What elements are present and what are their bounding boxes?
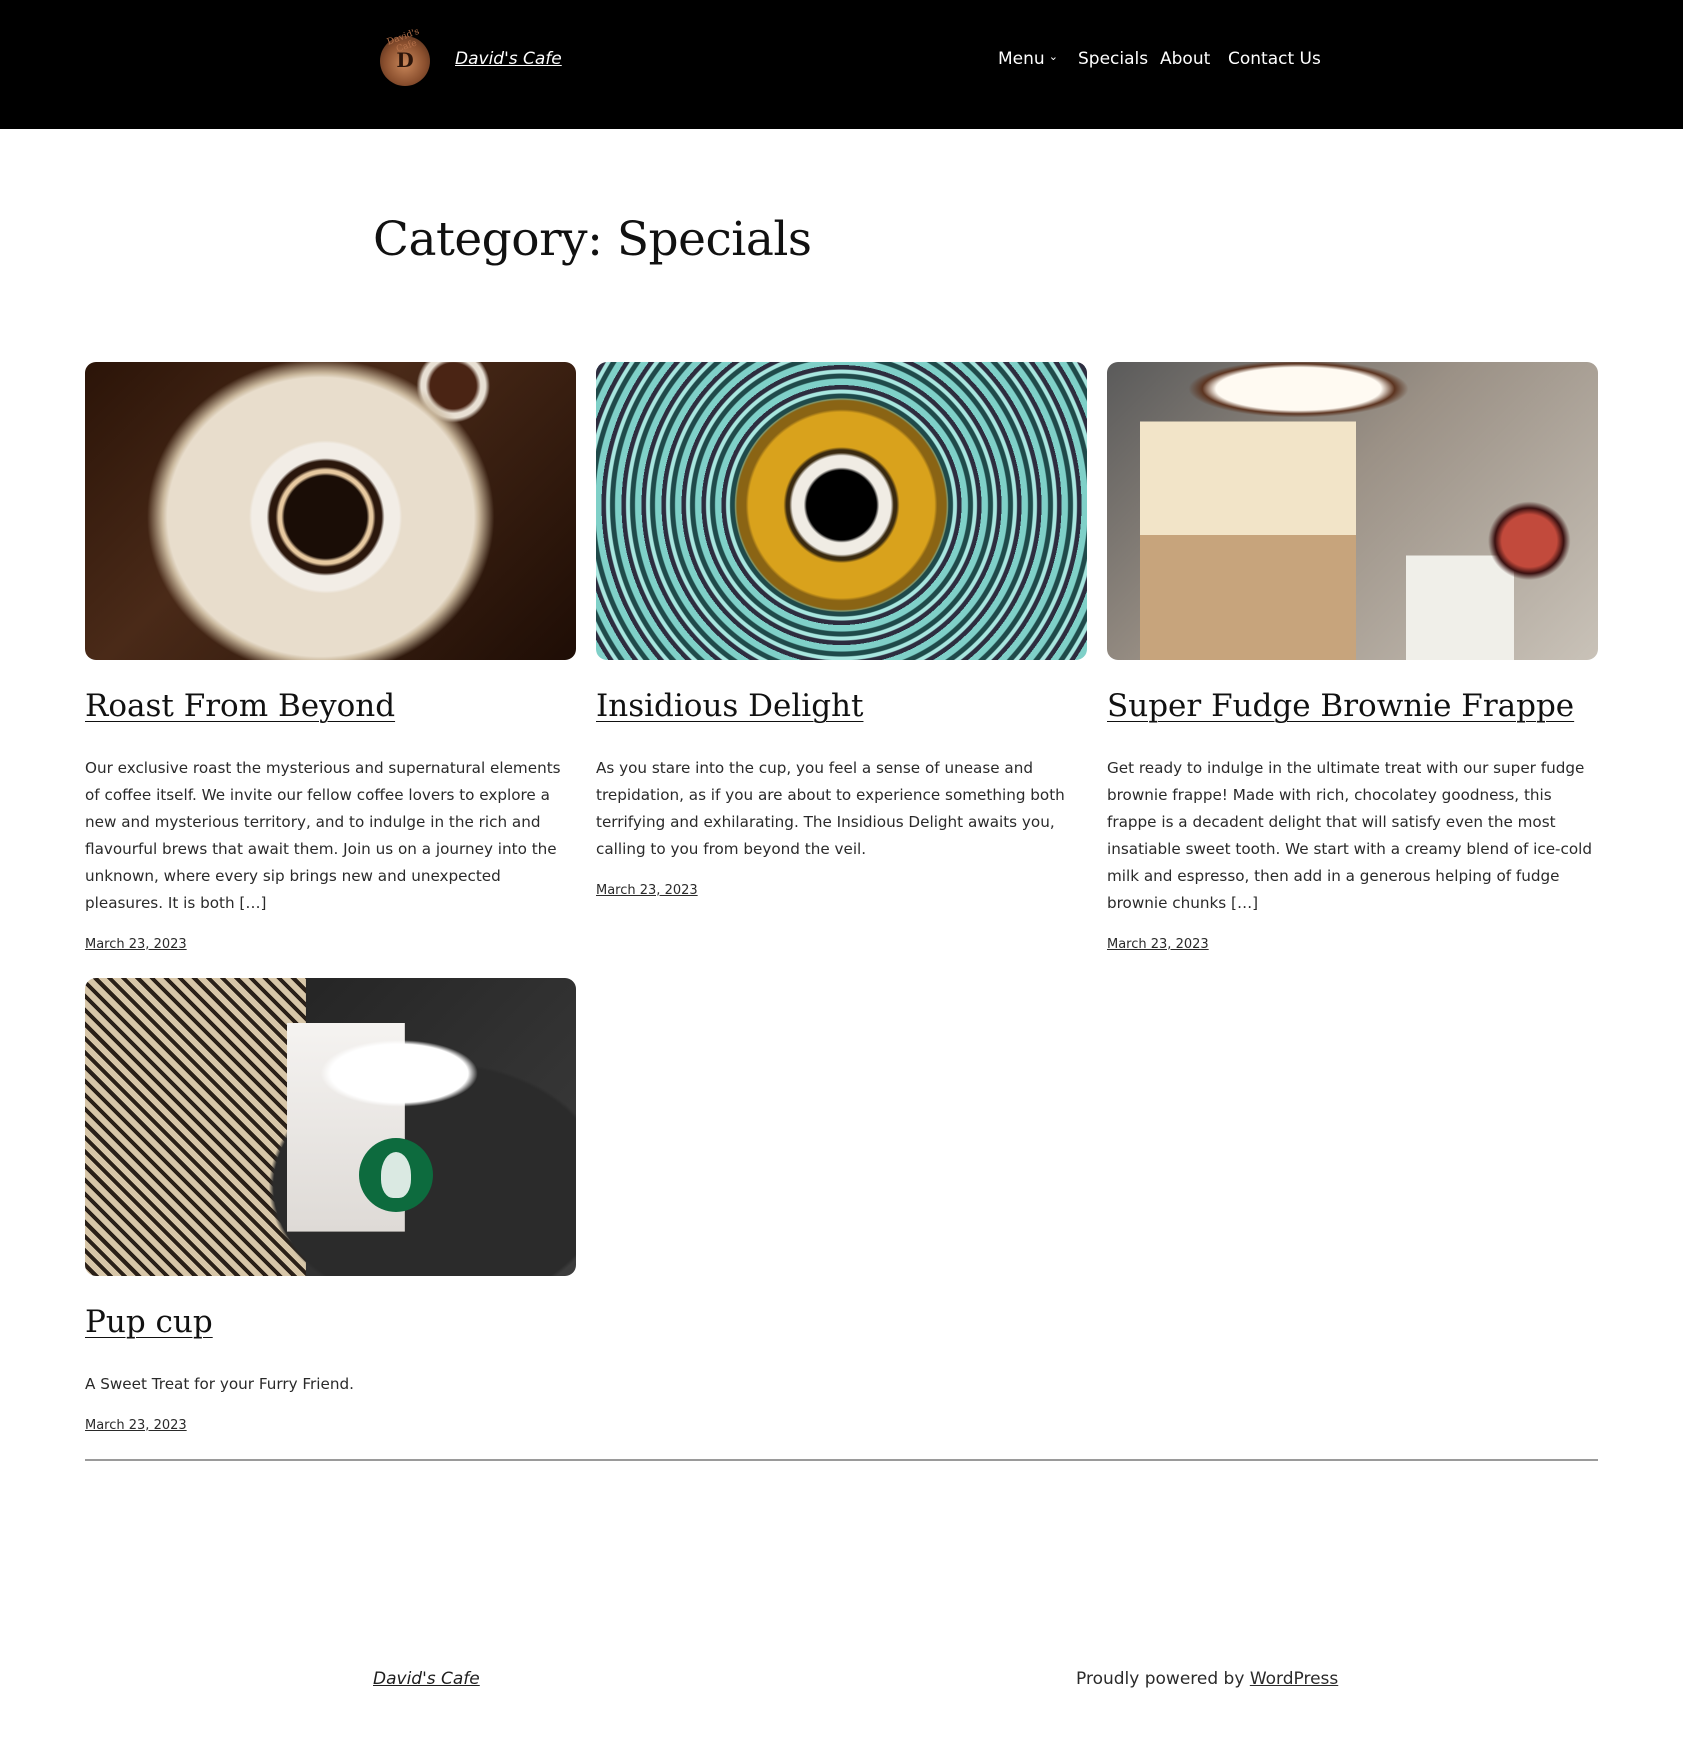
site-header: David's Cafe D David's Cafe Menu ⌄ Speci… (0, 0, 1683, 129)
post-title[interactable]: Super Fudge Brownie Frappe (1107, 688, 1574, 724)
post-date[interactable]: March 23, 2023 (1107, 937, 1209, 952)
nav-specials[interactable]: Specials (1078, 49, 1148, 69)
logo-letter: D (396, 48, 414, 72)
site-title-link[interactable]: David's Cafe (455, 49, 562, 69)
wordpress-link[interactable]: WordPress (1250, 1669, 1338, 1689)
nav-about[interactable]: About (1160, 49, 1210, 69)
archive-title: Category: Specials (373, 212, 812, 267)
chevron-down-icon: ⌄ (1048, 50, 1058, 63)
post-image-pup-cup[interactable] (85, 978, 576, 1276)
post-title[interactable]: Roast From Beyond (85, 688, 395, 724)
site-logo[interactable]: David's Cafe D (380, 27, 430, 86)
footer-credit-text: Proudly powered by (1076, 1669, 1250, 1689)
post-date[interactable]: March 23, 2023 (85, 1418, 187, 1433)
post-title[interactable]: Insidious Delight (596, 688, 863, 724)
post-excerpt: Our exclusive roast the mysterious and s… (85, 759, 561, 912)
post-excerpt: Get ready to indulge in the ultimate tre… (1107, 759, 1593, 912)
content-divider (85, 1459, 1598, 1461)
post-image-insidious-delight[interactable] (596, 362, 1087, 660)
footer-credit: Proudly powered by WordPress (1076, 1669, 1338, 1689)
nav-menu[interactable]: Menu ⌄ (998, 49, 1058, 69)
post-image-roast-from-beyond[interactable] (85, 362, 576, 660)
nav-contact-us[interactable]: Contact Us (1228, 49, 1321, 69)
footer-site-title-link[interactable]: David's Cafe (373, 1669, 480, 1689)
post-image-super-fudge-brownie-frappe[interactable] (1107, 362, 1598, 660)
post-excerpt: As you stare into the cup, you feel a se… (596, 759, 1065, 858)
post-excerpt: A Sweet Treat for your Furry Friend. (85, 1375, 354, 1393)
post-title[interactable]: Pup cup (85, 1304, 213, 1340)
cup-logo-icon (359, 1138, 433, 1212)
post-date[interactable]: March 23, 2023 (596, 883, 698, 898)
nav-menu-label: Menu (998, 49, 1045, 69)
post-date[interactable]: March 23, 2023 (85, 937, 187, 952)
